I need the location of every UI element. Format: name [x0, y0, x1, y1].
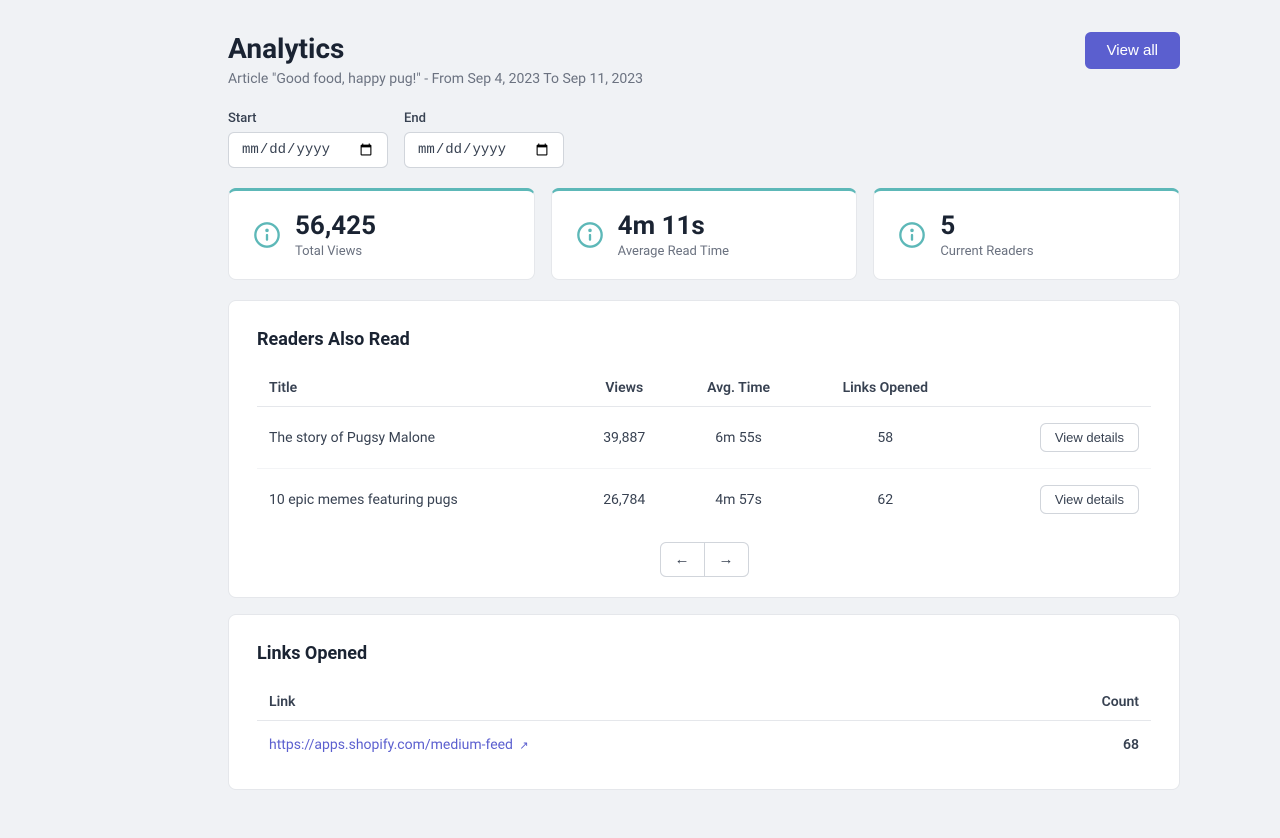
row-title: 10 epic memes featuring pugs — [257, 469, 575, 531]
info-icon-2 — [576, 221, 604, 249]
end-date-input[interactable] — [404, 132, 564, 168]
end-date-label: End — [404, 111, 564, 126]
table-row: The story of Pugsy Malone 39,887 6m 55s … — [257, 407, 1151, 469]
row-links-opened: 58 — [804, 407, 967, 469]
view-details-button[interactable]: View details — [1040, 423, 1139, 452]
current-readers-label: Current Readers — [940, 244, 1033, 259]
link-url[interactable]: https://apps.shopify.com/medium-feed ↗ — [257, 721, 992, 770]
view-details-button[interactable]: View details — [1040, 485, 1139, 514]
link-count: 68 — [992, 721, 1151, 770]
page-subtitle: Article "Good food, happy pug!" - From S… — [228, 71, 643, 87]
avg-read-time-value: 4m 11s — [618, 211, 729, 242]
avg-read-time-label: Average Read Time — [618, 244, 729, 259]
start-date-input[interactable] — [228, 132, 388, 168]
links-col-link: Link — [257, 684, 992, 721]
row-views: 26,784 — [575, 469, 674, 531]
table-row: https://apps.shopify.com/medium-feed ↗ 6… — [257, 721, 1151, 770]
links-section-title: Links Opened — [257, 643, 1151, 664]
links-opened-section: Links Opened Link Count https://apps.sho… — [228, 614, 1180, 790]
row-action[interactable]: View details — [967, 407, 1151, 469]
current-readers-value: 5 — [940, 211, 1033, 242]
view-all-button[interactable]: View all — [1085, 32, 1180, 69]
row-action[interactable]: View details — [967, 469, 1151, 531]
col-avg-time: Avg. Time — [674, 370, 804, 407]
col-views: Views — [575, 370, 674, 407]
row-avg-time: 4m 57s — [674, 469, 804, 531]
row-avg-time: 6m 55s — [674, 407, 804, 469]
col-title: Title — [257, 370, 575, 407]
prev-page-button[interactable]: ← — [660, 542, 705, 577]
total-views-label: Total Views — [295, 244, 376, 259]
stat-card-total-views: 56,425 Total Views — [228, 188, 535, 280]
readers-section-title: Readers Also Read — [257, 329, 1151, 350]
start-date-label: Start — [228, 111, 388, 126]
next-page-button[interactable]: → — [705, 542, 749, 577]
row-views: 39,887 — [575, 407, 674, 469]
links-table: Link Count https://apps.shopify.com/medi… — [257, 684, 1151, 769]
stat-card-avg-read-time: 4m 11s Average Read Time — [551, 188, 858, 280]
total-views-value: 56,425 — [295, 211, 376, 242]
stat-card-current-readers: 5 Current Readers — [873, 188, 1180, 280]
row-links-opened: 62 — [804, 469, 967, 531]
row-title: The story of Pugsy Malone — [257, 407, 575, 469]
info-icon-3 — [898, 221, 926, 249]
readers-table: Title Views Avg. Time Links Opened The s… — [257, 370, 1151, 530]
page-title: Analytics — [228, 32, 643, 65]
link-anchor[interactable]: https://apps.shopify.com/medium-feed ↗ — [269, 737, 529, 753]
info-icon — [253, 221, 281, 249]
table-row: 10 epic memes featuring pugs 26,784 4m 5… — [257, 469, 1151, 531]
stats-row: 56,425 Total Views 4m 11s Average Read T… — [228, 188, 1180, 280]
pagination: ← → — [257, 542, 1151, 577]
external-link-icon: ↗ — [519, 739, 528, 752]
col-links-opened: Links Opened — [804, 370, 967, 407]
readers-also-read-section: Readers Also Read Title Views Avg. Time … — [228, 300, 1180, 598]
links-col-count: Count — [992, 684, 1151, 721]
